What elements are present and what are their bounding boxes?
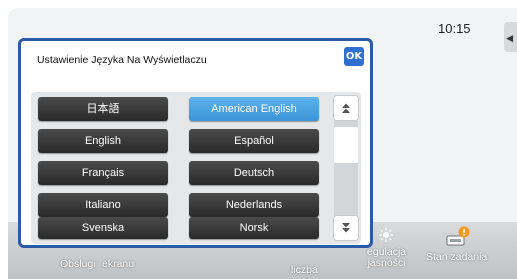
taskbar-item-brightness-label[interactable]: egulacja jasności <box>367 247 406 269</box>
taskbar-item-count-label[interactable]: liczba <box>291 265 318 276</box>
brightness-icon[interactable] <box>379 228 393 242</box>
language-option-espanol[interactable]: Español <box>189 129 319 153</box>
scroll-up-button[interactable] <box>334 96 358 120</box>
display-language-dialog: Ustawienie Języka Na Wyświetlaczu OK 日本語… <box>18 38 373 248</box>
taskbar-item-job-status-label[interactable]: Stan zadania <box>426 252 487 263</box>
language-option-deutsch[interactable]: Deutsch <box>189 161 319 185</box>
language-scrollbar[interactable] <box>334 96 358 240</box>
dialog-title: Ustawienie Języka Na Wyświetlaczu <box>37 54 207 66</box>
double-chevron-up-icon <box>342 103 350 113</box>
side-tab-arrow-icon: ◀ <box>506 33 513 43</box>
ok-button[interactable]: OK <box>344 47 364 66</box>
taskbar-item-help-label[interactable]: Obsługi <box>60 259 96 270</box>
scroll-down-button[interactable] <box>334 216 358 240</box>
language-option-japanese[interactable]: 日本語 <box>38 97 168 121</box>
double-chevron-down-icon <box>342 223 350 233</box>
scroll-thumb[interactable] <box>334 127 358 163</box>
job-status-icon[interactable] <box>446 226 470 246</box>
language-option-svenska[interactable]: Svenska <box>38 217 168 239</box>
language-option-nederlands[interactable]: Nederlands <box>189 193 319 217</box>
language-list: 日本語 American English English Español Fra… <box>31 92 361 244</box>
language-option-american-english[interactable]: American English <box>189 97 319 121</box>
taskbar-item-screen-label[interactable]: ekranu <box>102 259 134 270</box>
clock-time: 10:15 <box>438 21 471 36</box>
language-option-english[interactable]: English <box>38 129 168 153</box>
language-option-italiano[interactable]: Italiano <box>38 193 168 217</box>
language-option-norsk[interactable]: Norsk <box>189 217 319 239</box>
language-option-francais[interactable]: Français <box>38 161 168 185</box>
